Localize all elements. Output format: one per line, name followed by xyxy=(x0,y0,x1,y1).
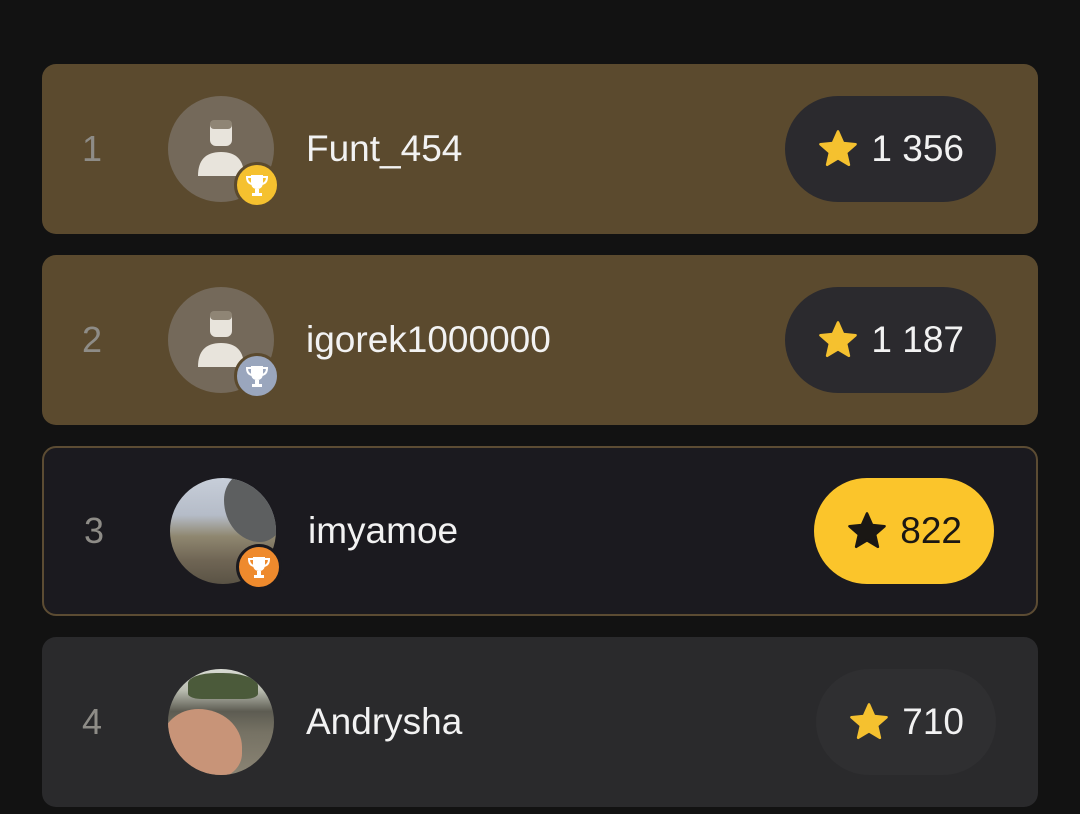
gold-trophy-icon xyxy=(234,162,280,208)
avatar[interactable] xyxy=(170,478,282,590)
leaderboard-row-current-user[interactable]: 3 imyamoe 822 xyxy=(42,446,1038,616)
score-pill: 1 356 xyxy=(785,96,996,202)
score-value: 710 xyxy=(902,701,964,742)
player-name: imyamoe xyxy=(308,510,459,551)
avatar[interactable] xyxy=(168,669,274,775)
rank-number: 1 xyxy=(82,128,103,169)
score-pill: 710 xyxy=(816,669,996,775)
avatar[interactable] xyxy=(168,287,280,399)
player-name: igorek1000000 xyxy=(306,319,551,360)
star-icon xyxy=(819,321,858,358)
leaderboard-row[interactable]: 2 igorek1000000 1 187 xyxy=(42,255,1038,425)
avatar-photo xyxy=(168,669,274,775)
score-value: 1 356 xyxy=(871,128,964,169)
leaderboard-row[interactable]: 1 Funt_454 1 356 xyxy=(42,64,1038,234)
player-name: Funt_454 xyxy=(306,128,463,169)
placeholder-user-icon xyxy=(198,311,244,367)
score-pill: 822 xyxy=(814,478,994,584)
rank-number: 2 xyxy=(82,319,103,360)
star-icon xyxy=(850,703,889,740)
placeholder-user-icon xyxy=(198,120,244,176)
leaderboard-row[interactable]: 4 Andrysha 710 xyxy=(42,637,1038,807)
rank-number: 4 xyxy=(82,701,103,742)
score-pill: 1 187 xyxy=(785,287,996,393)
star-icon xyxy=(819,130,858,167)
player-name: Andrysha xyxy=(306,701,463,742)
silver-trophy-icon xyxy=(234,353,280,399)
bronze-trophy-icon xyxy=(236,544,282,590)
avatar[interactable] xyxy=(168,96,280,208)
score-value: 1 187 xyxy=(871,319,964,360)
score-value: 822 xyxy=(900,510,962,551)
star-icon xyxy=(848,512,887,549)
rank-number: 3 xyxy=(84,510,105,551)
